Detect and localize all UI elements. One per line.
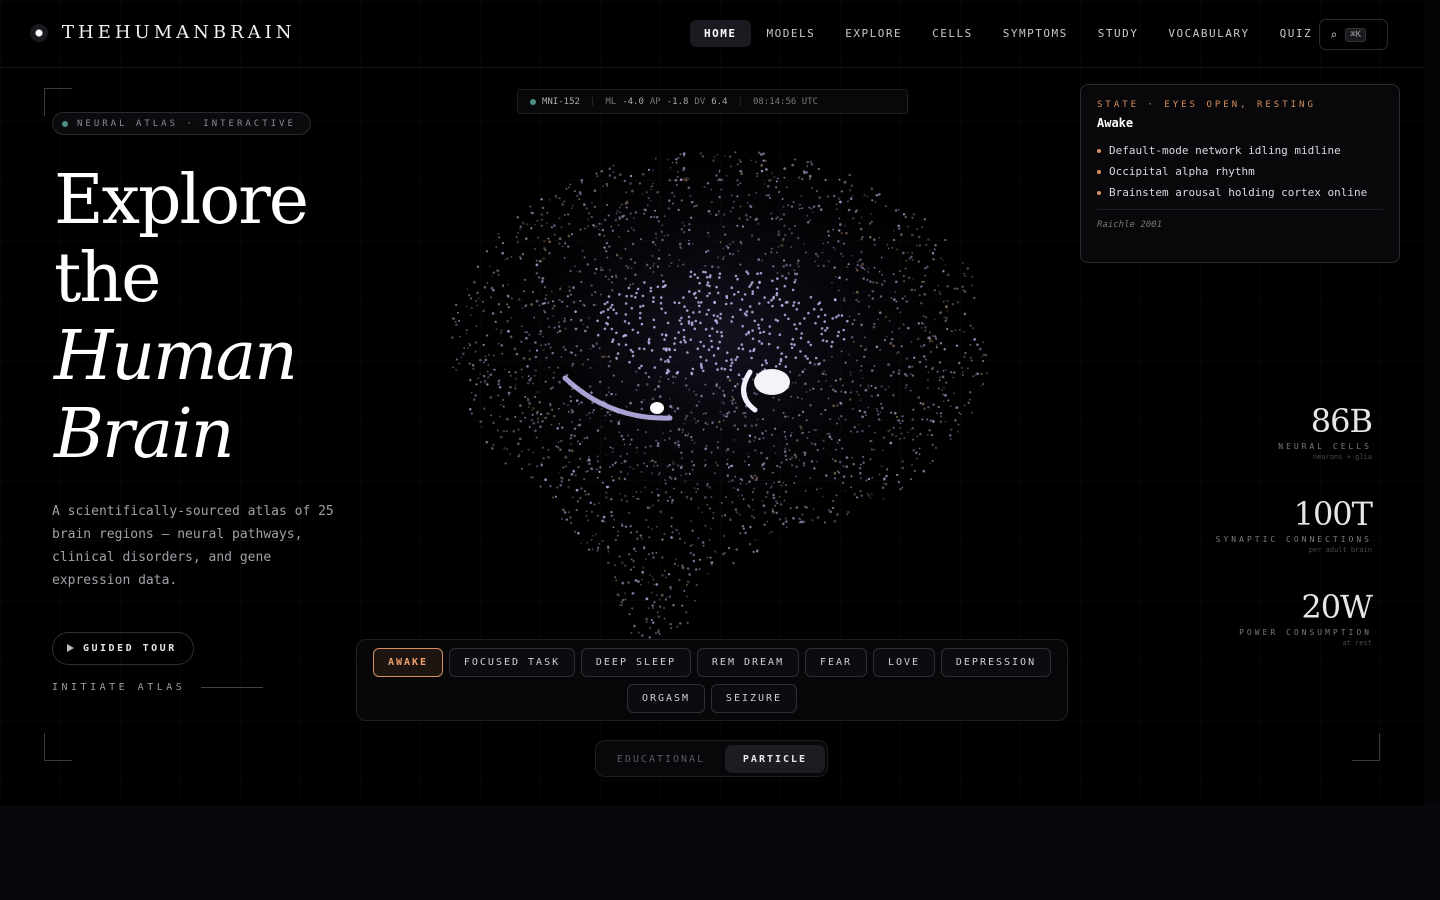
page-footer-band	[0, 805, 1440, 900]
search-button[interactable]: ⌕ ⌘K	[1319, 19, 1388, 50]
nav-link-quiz[interactable]: QUIZ	[1266, 20, 1327, 47]
guided-tour-label: GUIDED TOUR	[83, 643, 177, 654]
state-citation: Raichle 2001	[1097, 220, 1163, 230]
nav-link-home[interactable]: HOME	[690, 20, 751, 47]
live-dot-icon	[530, 98, 536, 105]
hero-title-line-1: Explore	[54, 161, 309, 240]
status-dot-icon	[62, 121, 68, 127]
nav-link-study[interactable]: STUDY	[1084, 20, 1153, 47]
mode-particle-button[interactable]: PARTICLE	[725, 745, 825, 773]
state-bullet-list: Default-mode network idling midline Occi…	[1097, 142, 1383, 201]
hero-title-line-4: Brain	[54, 395, 235, 474]
search-icon: ⌕	[1330, 27, 1338, 42]
stat-synaptic-connections: 100T SYNAPTIC CONNECTIONS per adult brai…	[1215, 495, 1373, 554]
state-title: Awake	[1097, 116, 1134, 130]
stat-neural-cells: 86B NEURAL CELLS neurons + glia	[1278, 402, 1373, 461]
nav-links: HOME MODELS EXPLORE CELLS SYMPTOMS STUDY…	[690, 20, 1326, 47]
readout-ml-value: -4.0	[622, 96, 644, 107]
brand-dot-icon	[30, 23, 48, 42]
hero-title-line-3: Human	[54, 317, 298, 396]
state-chip-fear[interactable]: FEAR	[805, 648, 867, 677]
brand-logo[interactable]: THEHUMANBRAIN	[30, 22, 296, 43]
state-chip-awake[interactable]: AWAKE	[373, 648, 443, 677]
corner-bracket-bottom-right	[1352, 733, 1380, 761]
stat-value: 100T	[1293, 495, 1373, 533]
list-item: Default-mode network idling midline	[1097, 142, 1383, 159]
divider	[1097, 209, 1383, 210]
stat-label: POWER CONSUMPTION	[1239, 628, 1372, 637]
readout-ap-value: -1.8	[666, 96, 689, 107]
state-chip-deep-sleep[interactable]: DEEP SLEEP	[581, 648, 691, 677]
readout-ap-label: AP	[649, 96, 661, 107]
list-item: Occipital alpha rhythm	[1097, 163, 1383, 180]
view-mode-toggle: EDUCATIONAL PARTICLE	[595, 740, 828, 777]
state-chip-love[interactable]: LOVE	[873, 648, 935, 677]
list-item: Brainstem arousal holding cortex online	[1097, 184, 1383, 201]
hero-badge-label: NEURAL ATLAS · INTERACTIVE	[77, 118, 296, 129]
stat-sub: at rest	[1342, 639, 1372, 647]
nav-link-explore[interactable]: EXPLORE	[831, 20, 916, 47]
scrollbar-track[interactable]	[1424, 0, 1440, 805]
hero-title-line-2: the	[54, 239, 161, 318]
state-label: STATE · EYES OPEN, RESTING	[1097, 100, 1316, 110]
corner-bracket-bottom-left	[44, 733, 72, 761]
mode-educational-button[interactable]: EDUCATIONAL	[604, 745, 718, 773]
search-shortcut: ⌘K	[1345, 27, 1367, 42]
readout-dv-value: 6.4	[711, 96, 728, 107]
state-chip-rem-dream[interactable]: REM DREAM	[697, 648, 799, 677]
nav-link-models[interactable]: MODELS	[753, 20, 830, 47]
brand-name: THEHUMANBRAIN	[62, 22, 296, 43]
guided-tour-button[interactable]: GUIDED TOUR	[52, 632, 194, 665]
stat-sub: neurons + glia	[1312, 453, 1372, 461]
brain-particle-canvas[interactable]	[420, 110, 1040, 650]
thalamus-highlight	[754, 369, 790, 395]
hero-title: Explore the Human Brain	[54, 161, 309, 474]
hero-badge: NEURAL ATLAS · INTERACTIVE	[52, 112, 311, 135]
amygdala-highlight	[650, 402, 664, 414]
stat-value: 86B	[1310, 402, 1373, 440]
arrow-line-icon	[201, 687, 264, 688]
readout-time: 08:14:56 UTC	[752, 96, 818, 107]
nav-link-symptoms[interactable]: SYMPTOMS	[989, 20, 1082, 47]
readout-space: MNI-152	[542, 96, 580, 107]
stat-label: SYNAPTIC CONNECTIONS	[1215, 535, 1372, 544]
initiate-atlas-link[interactable]: INITIATE ATLAS	[52, 682, 264, 693]
stat-sub: per adult brain	[1308, 546, 1372, 554]
brain-state-selector: AWAKE FOCUSED TASK DEEP SLEEP REM DREAM …	[356, 639, 1068, 721]
stat-power-consumption: 20W POWER CONSUMPTION at rest	[1239, 588, 1373, 647]
top-nav: THEHUMANBRAIN HOME MODELS EXPLORE CELLS …	[0, 0, 1424, 68]
nav-link-cells[interactable]: CELLS	[918, 20, 987, 47]
stat-value: 20W	[1301, 588, 1373, 626]
readout-ml-label: ML	[605, 96, 617, 107]
state-chip-seizure[interactable]: SEIZURE	[711, 684, 797, 713]
readout-dv-label: DV	[694, 96, 706, 107]
state-info-card: STATE · EYES OPEN, RESTING Awake Default…	[1080, 84, 1400, 263]
nav-link-vocabulary[interactable]: VOCABULARY	[1154, 20, 1263, 47]
play-icon	[67, 644, 74, 652]
state-chip-orgasm[interactable]: ORGASM	[627, 684, 705, 713]
initiate-atlas-label: INITIATE ATLAS	[52, 682, 186, 693]
state-chip-focused-task[interactable]: FOCUSED TASK	[449, 648, 575, 677]
state-chip-depression[interactable]: DEPRESSION	[941, 648, 1051, 677]
hero-description: A scientifically-sourced atlas of 25 bra…	[52, 504, 334, 588]
stat-label: NEURAL CELLS	[1278, 442, 1372, 451]
